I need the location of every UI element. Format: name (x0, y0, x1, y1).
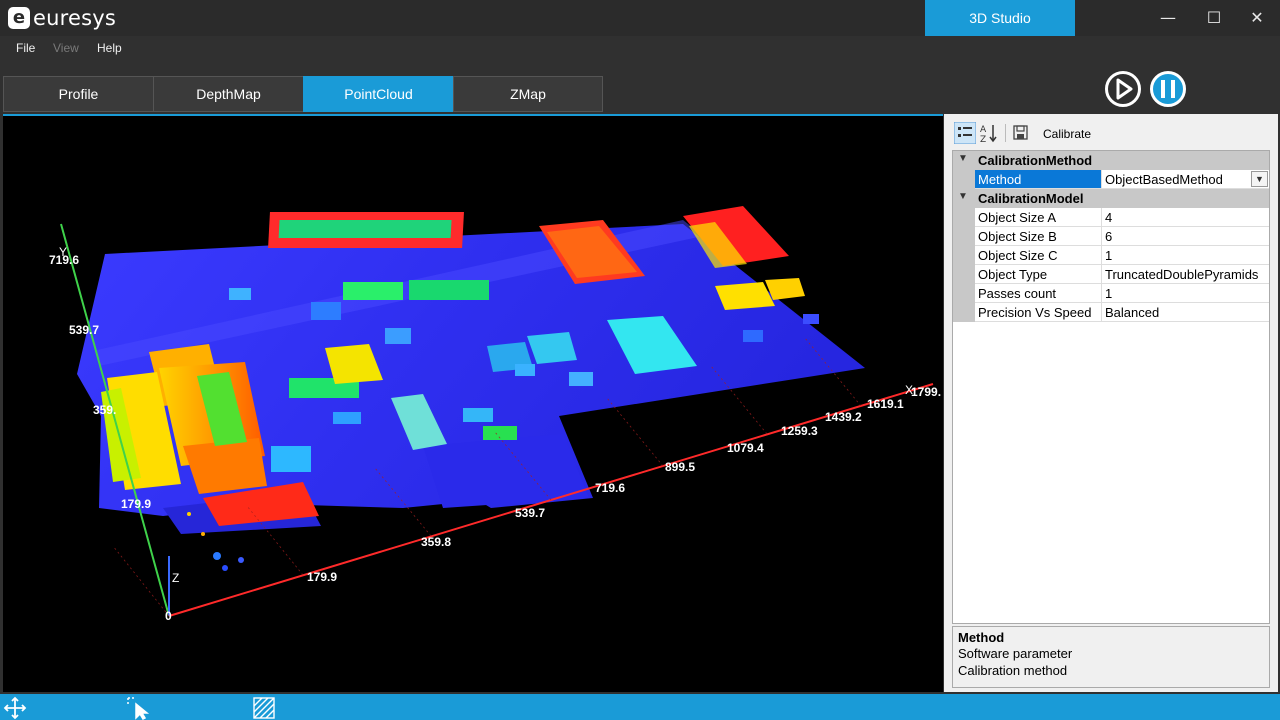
x-axis-label: X (905, 383, 913, 397)
close-button[interactable]: ✕ (1234, 0, 1280, 36)
x-tick-8: 1439.2 (825, 410, 862, 424)
category-calibration-model[interactable]: ▼ CalibrationModel (953, 189, 1269, 208)
property-value[interactable]: 6 (1102, 227, 1269, 246)
property-value: ObjectBasedMethod (1105, 172, 1223, 187)
category-label: CalibrationMethod (978, 153, 1093, 168)
y-tick-1: 179.9 (121, 497, 151, 511)
x-tick-10: 1799. (911, 385, 941, 399)
hatch-area-icon[interactable] (252, 696, 276, 720)
x-tick-4: 719.6 (595, 481, 625, 495)
status-bar (0, 694, 1280, 720)
row-gutter (953, 303, 975, 322)
description-title: Method (958, 630, 1005, 645)
menu-view[interactable]: View (53, 41, 79, 55)
z-axis-label: Z (172, 571, 179, 585)
property-value[interactable]: Balanced (1102, 303, 1269, 322)
property-name: Object Size B (975, 227, 1102, 246)
category-label: CalibrationModel (978, 191, 1084, 206)
svg-text:Z: Z (980, 135, 986, 144)
app-title-tab[interactable]: 3D Studio (925, 0, 1075, 36)
tab-profile[interactable]: Profile (3, 76, 153, 112)
collapse-icon[interactable]: ▼ (958, 153, 968, 164)
play-icon (1116, 78, 1133, 100)
property-row-object-size-b[interactable]: Object Size B 6 (953, 227, 1269, 246)
property-name: Object Size A (975, 208, 1102, 227)
categorized-icon[interactable] (954, 122, 976, 144)
x-tick-3: 539.7 (515, 506, 545, 520)
property-name: Precision Vs Speed (975, 303, 1102, 322)
property-name: Passes count (975, 284, 1102, 303)
category-calibration-method[interactable]: ▼ CalibrationMethod (953, 151, 1269, 170)
property-row-object-size-a[interactable]: Object Size A 4 (953, 208, 1269, 227)
minimize-button[interactable]: — (1145, 0, 1191, 36)
collapse-icon[interactable]: ▼ (958, 191, 968, 202)
property-name: Object Type (975, 265, 1102, 284)
euresys-logo: e euresys (8, 6, 116, 30)
property-row-passes-count[interactable]: Passes count 1 (953, 284, 1269, 303)
x-tick-6: 1079.4 (727, 441, 764, 455)
menu-file[interactable]: File (16, 41, 35, 55)
point-cloud-render: 0 179.9 359.8 539.7 719.6 899.5 1079.4 1… (49, 206, 941, 623)
title-bar: e euresys 3D Studio — ☐ ✕ (0, 0, 1280, 36)
select-cursor-icon[interactable] (126, 696, 150, 720)
play-button[interactable] (1105, 71, 1141, 107)
svg-text:A: A (980, 125, 987, 135)
sort-az-icon[interactable]: A Z (978, 122, 1000, 144)
x-tick-0: 0 (165, 609, 172, 623)
method-value-select[interactable]: ObjectBasedMethod ▼ (1102, 170, 1269, 189)
chevron-down-icon[interactable]: ▼ (1251, 171, 1268, 187)
row-gutter (953, 246, 975, 265)
euresys-logo-icon: e (8, 7, 30, 29)
property-row-precision-vs-speed[interactable]: Precision Vs Speed Balanced (953, 303, 1269, 322)
calibrate-button[interactable]: Calibrate (1043, 127, 1091, 141)
property-grid: ▼ CalibrationMethod Method ObjectBasedMe… (952, 150, 1270, 624)
description-line: Calibration method (958, 663, 1068, 678)
property-row-method[interactable]: Method ObjectBasedMethod ▼ (953, 170, 1269, 189)
row-gutter (953, 170, 975, 189)
property-value[interactable]: 1 (1102, 284, 1269, 303)
brand-name: euresys (33, 6, 117, 30)
x-tick-1: 179.9 (307, 570, 337, 584)
property-row-object-size-c[interactable]: Object Size C 1 (953, 246, 1269, 265)
property-value[interactable]: TruncatedDoublePyramids (1102, 265, 1269, 284)
pause-button[interactable] (1150, 71, 1186, 107)
maximize-button[interactable]: ☐ (1191, 0, 1237, 36)
tab-zmap[interactable]: ZMap (453, 76, 603, 112)
row-gutter (953, 284, 975, 303)
point-cloud-viewport[interactable]: 0 179.9 359.8 539.7 719.6 899.5 1079.4 1… (3, 114, 943, 692)
x-tick-9: 1619.1 (867, 397, 904, 411)
tab-depthmap[interactable]: DepthMap (153, 76, 303, 112)
x-tick-5: 899.5 (665, 460, 695, 474)
property-toolbar: A Z Calibrate (944, 114, 1278, 148)
y-axis-label: Y (59, 245, 67, 259)
property-panel: A Z Calibrate ▼ CalibrationMethod Method… (944, 114, 1278, 692)
save-icon[interactable] (1010, 122, 1032, 144)
x-tick-7: 1259.3 (781, 424, 818, 438)
menu-bar: File View Help (0, 36, 1280, 60)
property-name: Object Size C (975, 246, 1102, 265)
property-value[interactable]: 1 (1102, 246, 1269, 265)
property-value[interactable]: 4 (1102, 208, 1269, 227)
row-gutter (953, 208, 975, 227)
property-name: Method (975, 170, 1102, 189)
property-description: Method Software parameter Calibration me… (952, 626, 1270, 688)
row-gutter (953, 265, 975, 284)
menu-help[interactable]: Help (97, 41, 122, 55)
move-icon[interactable] (3, 696, 27, 720)
x-tick-2: 359.8 (421, 535, 451, 549)
toolbar-separator (1005, 124, 1006, 142)
view-tabs: Profile DepthMap PointCloud ZMap (3, 76, 603, 112)
row-gutter (953, 227, 975, 246)
y-tick-3: 539.7 (69, 323, 99, 337)
property-row-object-type[interactable]: Object Type TruncatedDoublePyramids (953, 265, 1269, 284)
tab-pointcloud[interactable]: PointCloud (303, 76, 453, 112)
pause-icon (1161, 80, 1175, 98)
description-line: Software parameter (958, 646, 1073, 661)
y-tick-2: 359. (93, 403, 116, 417)
